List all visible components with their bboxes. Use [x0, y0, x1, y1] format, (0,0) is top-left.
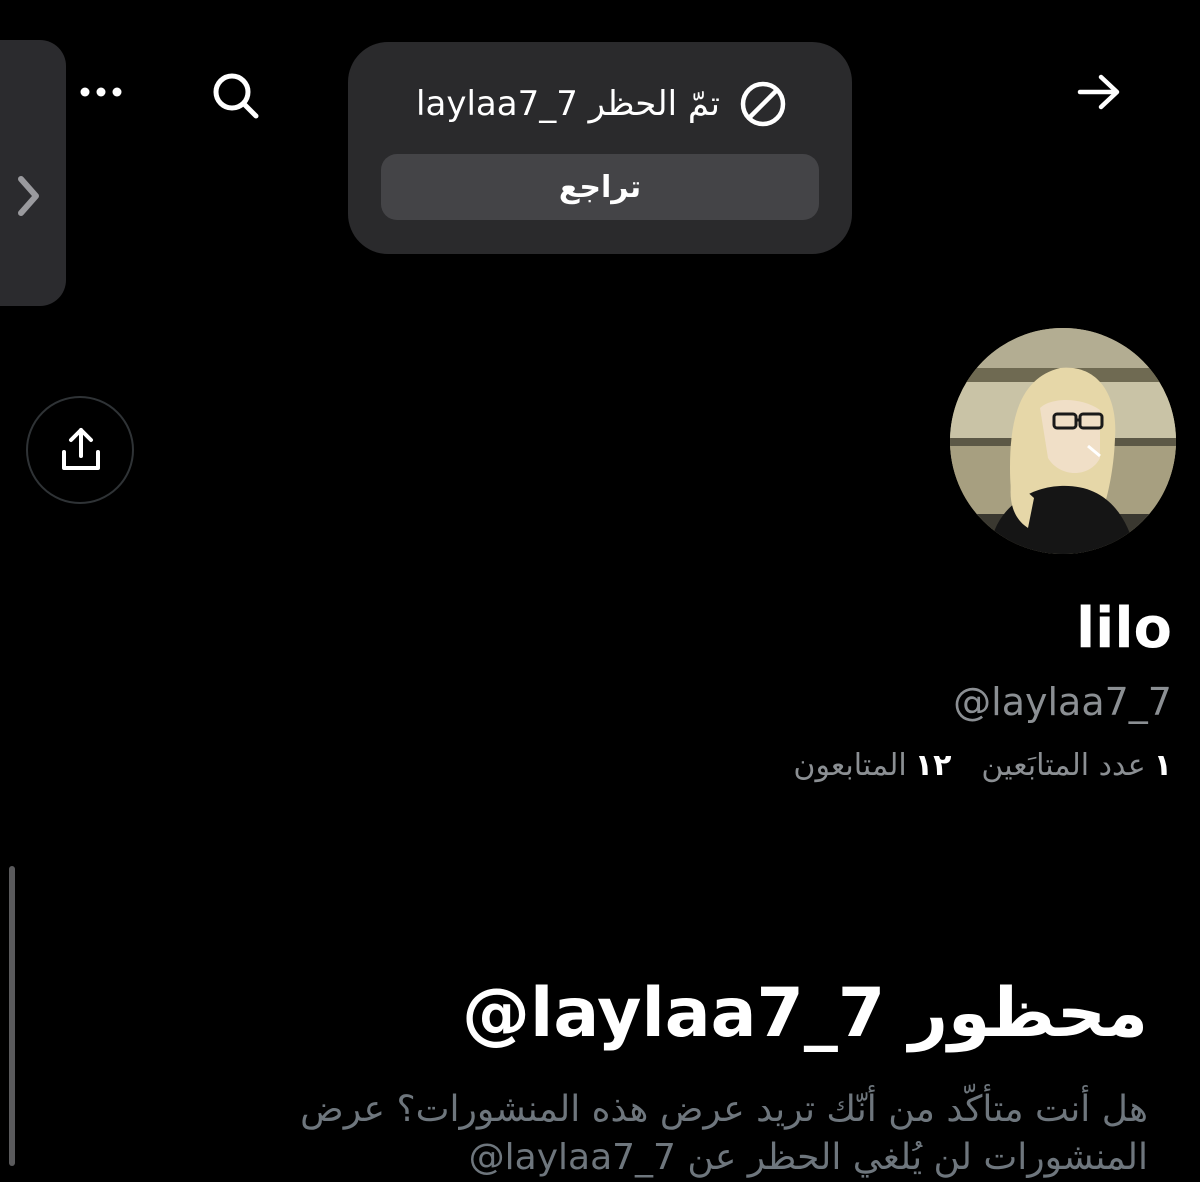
toast-message-row: تمّ الحظر laylaa7_7: [388, 72, 816, 136]
profile-display-name: lilo: [1075, 596, 1172, 661]
side-panel-handle[interactable]: [0, 40, 66, 306]
followers-stat[interactable]: ١٢المتابعون: [793, 748, 951, 783]
blocked-title: محظور laylaa7_7@: [462, 974, 1148, 1053]
search-icon[interactable]: [206, 68, 264, 122]
toast-message: تمّ الحظر laylaa7_7: [416, 84, 720, 124]
blocked-toast: تمّ الحظر laylaa7_7 تراجع: [348, 42, 852, 254]
block-icon: [740, 81, 786, 127]
back-arrow-icon[interactable]: [1074, 70, 1126, 114]
profile-handle: @laylaa7_7: [953, 680, 1172, 724]
following-stat[interactable]: ١عدد المتابَعين: [981, 748, 1172, 783]
following-label: عدد المتابَعين: [981, 748, 1146, 783]
more-icon[interactable]: [76, 80, 126, 104]
blocked-description: هل أنت متأكّد من أنّك تريد عرض هذه المنش…: [300, 1089, 1148, 1178]
chevron-right-icon: [18, 176, 39, 216]
follow-stats: ١عدد المتابَعين ١٢المتابعون: [793, 748, 1172, 783]
avatar-photo: [950, 328, 1176, 554]
followers-count: ١٢: [914, 748, 952, 783]
share-button[interactable]: [26, 396, 134, 504]
followers-label: المتابعون: [793, 748, 907, 783]
avatar[interactable]: [950, 328, 1176, 554]
share-icon: [62, 428, 100, 470]
undo-button[interactable]: تراجع: [381, 154, 819, 220]
following-count: ١: [1153, 748, 1172, 783]
scrollbar[interactable]: [9, 866, 15, 1166]
